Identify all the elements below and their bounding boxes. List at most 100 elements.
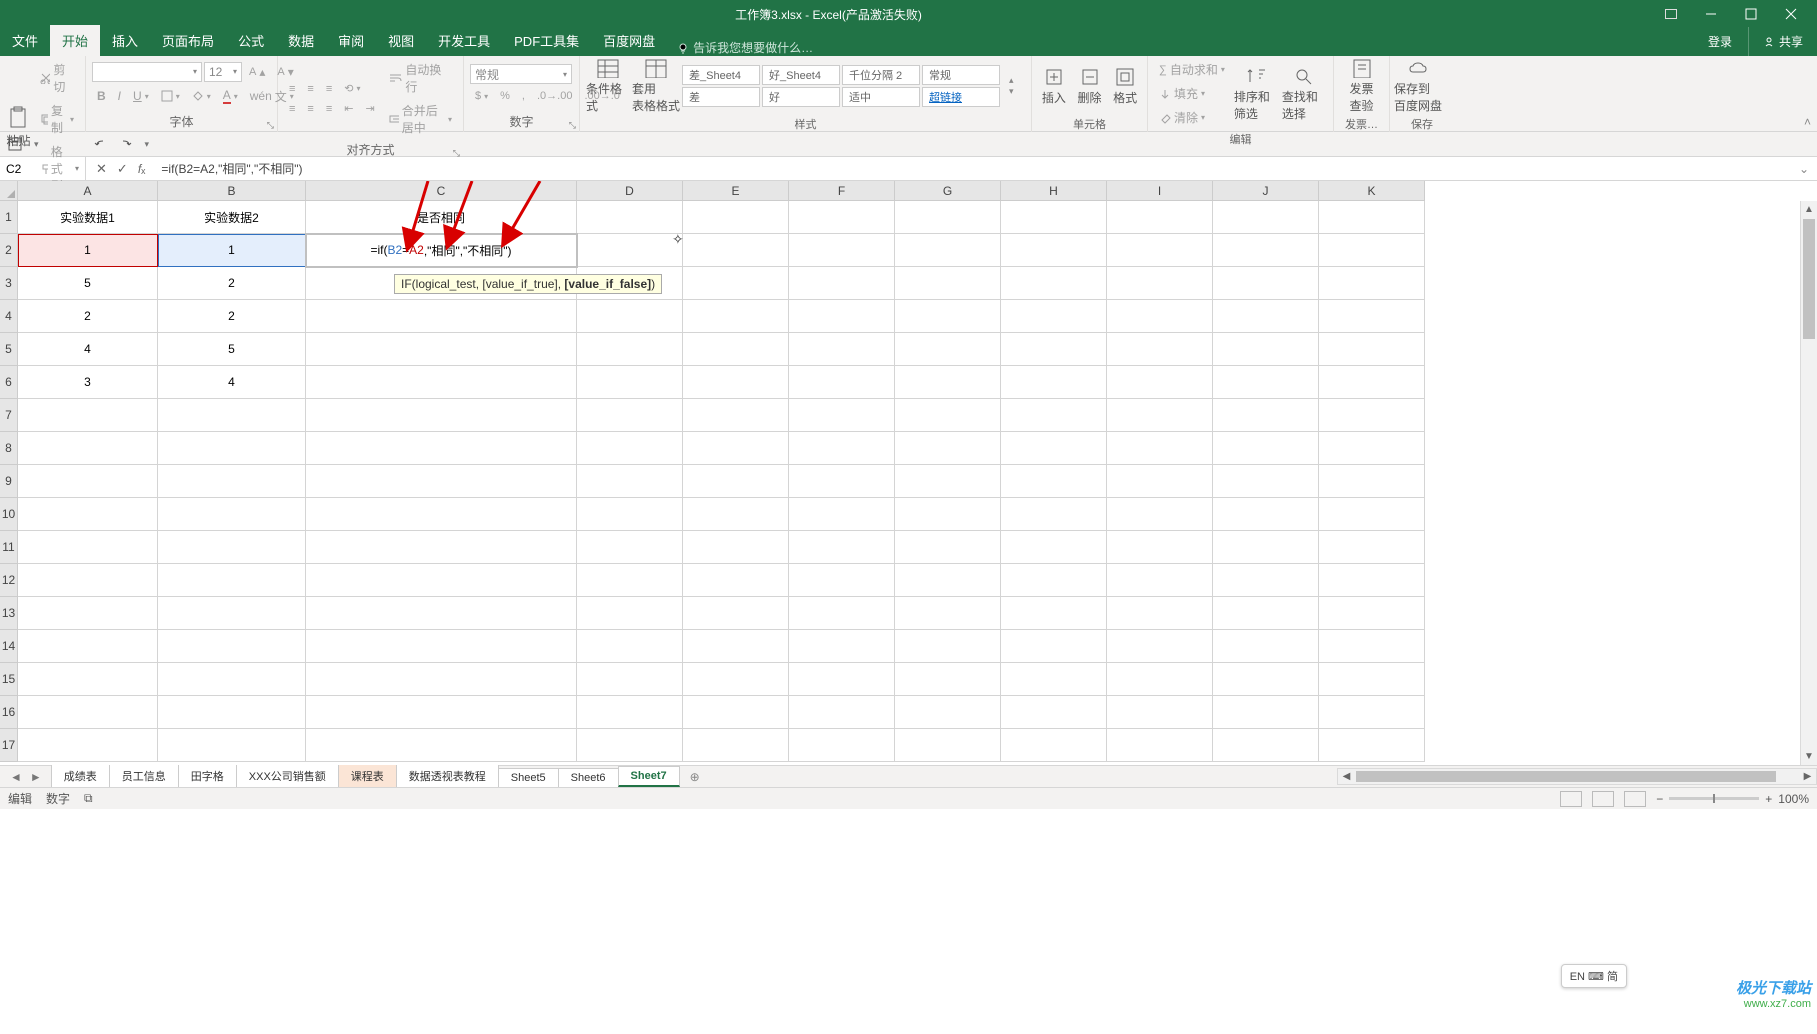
cell[interactable]: [789, 630, 895, 663]
cell[interactable]: [683, 729, 789, 762]
cell[interactable]: [306, 432, 577, 465]
collapse-ribbon-button[interactable]: ˄: [1804, 115, 1811, 129]
cell[interactable]: [1319, 696, 1425, 729]
cell[interactable]: [1001, 333, 1107, 366]
cell[interactable]: [1213, 531, 1319, 564]
sheet-tab[interactable]: Sheet5: [498, 768, 559, 787]
sheet-tab[interactable]: Sheet7: [618, 766, 680, 787]
cell[interactable]: [895, 498, 1001, 531]
zoom-in-button[interactable]: +: [1765, 792, 1772, 806]
cell[interactable]: [683, 201, 789, 234]
tab-layout[interactable]: 页面布局: [150, 25, 226, 56]
row-header[interactable]: 6: [0, 366, 18, 399]
cell[interactable]: [1107, 564, 1213, 597]
border-button[interactable]: ▾: [156, 85, 185, 108]
cell[interactable]: [1213, 267, 1319, 300]
row-header[interactable]: 11: [0, 531, 18, 564]
cell[interactable]: 4: [18, 333, 158, 366]
cell[interactable]: [306, 399, 577, 432]
align-center-button[interactable]: ≡: [302, 99, 318, 118]
cell[interactable]: [789, 696, 895, 729]
table-format-button[interactable]: 套用 表格格式: [634, 58, 678, 114]
font-color-button[interactable]: A▾: [218, 85, 243, 108]
cell[interactable]: [1213, 234, 1319, 267]
autosum-button[interactable]: ∑ 自动求和▾: [1154, 58, 1230, 81]
cell[interactable]: [683, 663, 789, 696]
align-bottom-button[interactable]: ≡: [321, 79, 337, 98]
qat-undo-button[interactable]: [93, 137, 107, 151]
cell[interactable]: [1319, 234, 1425, 267]
cell[interactable]: [306, 597, 577, 630]
cell[interactable]: [1213, 597, 1319, 630]
cell[interactable]: [306, 531, 577, 564]
cell[interactable]: 是否相同: [306, 201, 577, 234]
cell[interactable]: [1107, 498, 1213, 531]
style-thousand[interactable]: 千位分隔 2: [842, 65, 920, 85]
scroll-left-button[interactable]: ◀: [1338, 771, 1355, 782]
cell[interactable]: [18, 729, 158, 762]
sheet-tab[interactable]: 课程表: [338, 764, 397, 787]
conditional-format-button[interactable]: 条件格式: [586, 58, 630, 114]
column-header[interactable]: J: [1213, 181, 1319, 201]
cell[interactable]: [895, 663, 1001, 696]
cell[interactable]: [683, 267, 789, 300]
row-header[interactable]: 8: [0, 432, 18, 465]
cell[interactable]: [895, 201, 1001, 234]
cell[interactable]: [683, 333, 789, 366]
cell[interactable]: [895, 432, 1001, 465]
find-select-button[interactable]: 查找和选择: [1282, 66, 1326, 122]
align-middle-button[interactable]: ≡: [302, 79, 318, 98]
cell[interactable]: [1213, 432, 1319, 465]
cell[interactable]: [789, 366, 895, 399]
column-header[interactable]: D: [577, 181, 683, 201]
sheet-tab[interactable]: 数据透视表教程: [396, 764, 499, 787]
select-all-button[interactable]: [0, 181, 18, 201]
minimize-button[interactable]: [1691, 0, 1731, 28]
cell[interactable]: [683, 366, 789, 399]
cell[interactable]: 4: [158, 366, 306, 399]
cell[interactable]: [1107, 432, 1213, 465]
cell[interactable]: [1107, 465, 1213, 498]
cell[interactable]: [895, 630, 1001, 663]
cell[interactable]: [895, 333, 1001, 366]
cell[interactable]: [306, 300, 577, 333]
row-header[interactable]: 13: [0, 597, 18, 630]
tab-scroll-first-button[interactable]: ◄: [10, 770, 22, 784]
cell[interactable]: [895, 366, 1001, 399]
cell[interactable]: [683, 399, 789, 432]
ribbon-display-options-button[interactable]: [1651, 0, 1691, 28]
cell[interactable]: [1319, 465, 1425, 498]
cell[interactable]: [18, 663, 158, 696]
cell[interactable]: [18, 531, 158, 564]
cell[interactable]: [158, 564, 306, 597]
cell[interactable]: [683, 498, 789, 531]
tab-review[interactable]: 审阅: [326, 25, 376, 56]
cell[interactable]: [1319, 630, 1425, 663]
cell[interactable]: [18, 432, 158, 465]
delete-cells-button[interactable]: 删除: [1074, 58, 1106, 114]
increase-font-button[interactable]: A▴: [244, 62, 270, 82]
formula-bar[interactable]: =if(B2=A2,"相同","不相同"): [155, 160, 1791, 177]
cell[interactable]: [158, 597, 306, 630]
cell[interactable]: [1319, 201, 1425, 234]
cell[interactable]: 5: [18, 267, 158, 300]
column-header[interactable]: A: [18, 181, 158, 201]
insert-cells-button[interactable]: 插入: [1038, 58, 1070, 114]
cell[interactable]: [1213, 399, 1319, 432]
scroll-up-button[interactable]: ▲: [1801, 201, 1817, 218]
row-header[interactable]: 10: [0, 498, 18, 531]
horizontal-scrollbar[interactable]: ◀ ▶: [1337, 768, 1817, 785]
cell[interactable]: [789, 234, 895, 267]
merge-center-button[interactable]: 合并后居中▾: [384, 99, 457, 139]
cell[interactable]: [683, 696, 789, 729]
style-bad2[interactable]: 差: [682, 87, 760, 107]
cut-button[interactable]: 剪切: [35, 58, 79, 98]
column-header[interactable]: C: [306, 181, 577, 201]
cell[interactable]: [1213, 333, 1319, 366]
cell[interactable]: [158, 531, 306, 564]
cell[interactable]: [1001, 267, 1107, 300]
copy-button[interactable]: 复制▾: [35, 99, 79, 139]
qat-redo-button[interactable]: [119, 137, 133, 151]
cell[interactable]: [895, 267, 1001, 300]
cell[interactable]: [683, 564, 789, 597]
